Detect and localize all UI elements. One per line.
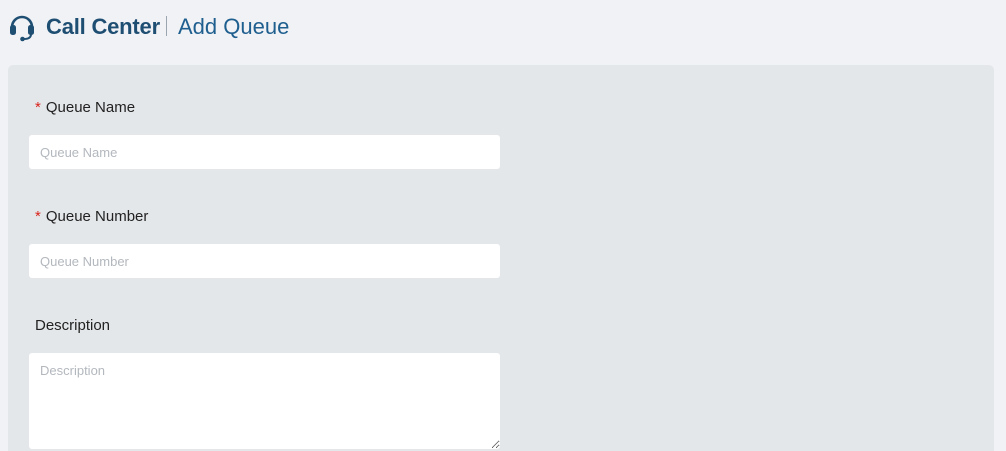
- page-subtitle: Add Queue: [178, 14, 290, 39]
- page-title: Call Center: [46, 14, 160, 39]
- add-queue-form: *Queue Name *Queue Number Description: [8, 65, 994, 451]
- required-marker: *: [35, 99, 41, 116]
- queue-number-label: * Queue Number: [35, 208, 149, 225]
- description-label: Description: [35, 317, 111, 334]
- required-marker: *: [35, 208, 41, 225]
- page-header: Call Center Add Queue: [0, 0, 1006, 56]
- description-textarea[interactable]: [29, 353, 500, 449]
- title-divider: [166, 16, 167, 36]
- headset-icon: [8, 12, 36, 42]
- queue-name-input[interactable]: [29, 135, 500, 169]
- queue-name-label: * Queue Name: [35, 99, 136, 116]
- queue-number-input[interactable]: [29, 244, 500, 278]
